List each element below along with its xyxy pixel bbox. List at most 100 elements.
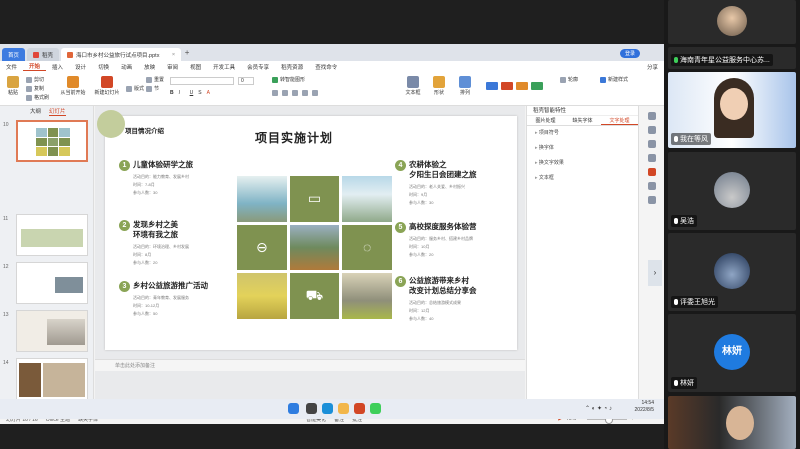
settings-icon[interactable]: [647, 182, 656, 190]
tab-wps[interactable]: 稻壳: [27, 48, 60, 61]
underline-button[interactable]: U: [190, 90, 194, 96]
style-gallery[interactable]: [486, 82, 543, 90]
menu-search[interactable]: 查找命令: [309, 63, 343, 71]
option-text-effect[interactable]: 换文字效果: [527, 156, 638, 171]
menu-transition[interactable]: 切换: [92, 63, 115, 71]
slide-thumbnail-12[interactable]: [16, 262, 88, 304]
expand-panel-button[interactable]: ›: [648, 260, 662, 286]
outline-button[interactable]: 轮廓: [560, 76, 578, 83]
shape-button[interactable]: 形状: [428, 76, 450, 96]
slide-thumbnail-10[interactable]: [16, 120, 88, 162]
mic-icon: [674, 299, 678, 305]
participant-tile[interactable]: 海南青年星公益服务中心苏...: [668, 47, 796, 69]
item-title: 公益旅游带来乡村 改变计划总结分享会: [409, 276, 477, 295]
option-change-font[interactable]: 换字体: [527, 141, 638, 156]
menu-slideshow[interactable]: 放映: [138, 63, 161, 71]
help-icon[interactable]: [647, 196, 656, 204]
app-icon[interactable]: [370, 403, 381, 414]
participant-tile[interactable]: [668, 0, 796, 44]
style-swatch-3[interactable]: [516, 82, 528, 90]
start-icon[interactable]: [288, 403, 299, 414]
format-painter-button[interactable]: 格式刷: [26, 94, 49, 101]
line-spacing-icon[interactable]: [312, 90, 318, 96]
bold-button[interactable]: B: [170, 90, 174, 96]
font-color-button[interactable]: A: [207, 90, 210, 96]
text-icon[interactable]: [647, 168, 656, 176]
align-right-icon[interactable]: [292, 90, 298, 96]
italic-button[interactable]: I: [179, 90, 185, 96]
cut-button[interactable]: 剪切: [26, 76, 44, 83]
from-start-button[interactable]: 从当前开始: [60, 76, 86, 96]
select-icon[interactable]: [647, 112, 656, 120]
animation-icon[interactable]: [647, 154, 656, 162]
shape-icon[interactable]: [647, 126, 656, 134]
close-tab-icon[interactable]: ×: [172, 52, 175, 58]
option-bullets[interactable]: 项目符号: [527, 126, 638, 141]
arrange-button[interactable]: 排列: [454, 76, 476, 96]
layout-button[interactable]: 版式: [126, 85, 144, 92]
menu-resources[interactable]: 稻壳资源: [275, 63, 309, 71]
slide-panel: 大纲 幻灯片 10 11 12 13 14: [0, 106, 94, 420]
strike-button[interactable]: S: [198, 90, 201, 96]
new-slide-button[interactable]: 新建幻灯片: [94, 76, 120, 96]
font-size-select[interactable]: 0: [238, 77, 254, 85]
slide-canvas: 项目情况介绍 项目实施计划 1 儿童体验研学之旅 活动目的：能力教育、发展乡村时…: [95, 106, 525, 413]
tab-image-process[interactable]: 图片处理: [527, 117, 564, 124]
slide-thumbnail-14[interactable]: [16, 358, 88, 400]
style-icon[interactable]: [647, 140, 656, 148]
slide[interactable]: 项目情况介绍 项目实施计划 1 儿童体验研学之旅 活动目的：能力教育、发展乡村时…: [97, 110, 517, 350]
menu-design[interactable]: 设计: [69, 63, 92, 71]
justify-icon[interactable]: [302, 90, 308, 96]
smart-graphic-button[interactable]: 转智能图形: [272, 76, 305, 83]
copy-button[interactable]: 复制: [26, 85, 44, 92]
notes-field[interactable]: 单击此处添加备注: [95, 359, 525, 371]
tab-outline[interactable]: 大纲: [30, 107, 41, 115]
section-button[interactable]: 节: [146, 85, 159, 92]
participant-tile[interactable]: 林妍 林妍: [668, 314, 796, 392]
style-swatch-4[interactable]: [531, 82, 543, 90]
tray-icons[interactable]: ⌃ ◐ ✦ ◔ ♪: [585, 405, 612, 412]
tab-active-file-label: 海口市乡村公益旅行试点项目.pptx: [76, 52, 160, 59]
cart-icon: ⛟: [289, 273, 340, 319]
participant-tile[interactable]: 评委王旭光: [668, 233, 796, 311]
menu-insert[interactable]: 插入: [46, 63, 69, 71]
new-tab-button[interactable]: +: [181, 48, 193, 61]
menu-start[interactable]: 开始: [23, 62, 47, 71]
reset-button[interactable]: 重置: [146, 76, 164, 83]
edge-icon[interactable]: [322, 403, 333, 414]
menu-animation[interactable]: 动画: [115, 63, 138, 71]
tab-missing-font[interactable]: 缺失字体: [564, 117, 601, 124]
login-button[interactable]: 登录: [619, 49, 640, 58]
style-swatch-2[interactable]: [501, 82, 513, 90]
align-left-icon[interactable]: [272, 90, 278, 96]
wps-icon[interactable]: [354, 403, 365, 414]
tab-text-process[interactable]: 文字处理: [601, 117, 638, 125]
tab-home[interactable]: 首页: [2, 48, 26, 61]
slide-number: 12: [3, 264, 9, 270]
task-view-icon[interactable]: [306, 403, 317, 414]
item-meta: 活动目的：青年教育、发展服务 时间：10-12月 参与人数：50: [133, 294, 229, 318]
folder-icon[interactable]: [338, 403, 349, 414]
paste-button[interactable]: 粘贴: [4, 76, 22, 96]
slide-thumbnail-11[interactable]: [16, 214, 88, 256]
font-select[interactable]: [170, 77, 234, 85]
scissors-icon: [26, 76, 32, 83]
clock[interactable]: 14:54 2022/8/5: [635, 400, 654, 414]
slide-thumbnail-13[interactable]: [16, 310, 88, 352]
menu-review[interactable]: 审阅: [161, 63, 184, 71]
option-textbox[interactable]: 文本框: [527, 171, 638, 186]
tab-slides[interactable]: 幻灯片: [49, 107, 66, 116]
menu-view[interactable]: 视图: [184, 63, 207, 71]
menu-share[interactable]: 分享: [641, 63, 664, 71]
new-style-button[interactable]: 新建样式: [600, 76, 628, 83]
style-swatch-1[interactable]: [486, 82, 498, 90]
align-center-icon[interactable]: [282, 90, 288, 96]
menu-member[interactable]: 会员专享: [241, 63, 275, 71]
participant-tile[interactable]: 吴浩: [668, 152, 796, 230]
participant-tile[interactable]: [668, 396, 796, 449]
menu-dev[interactable]: 开发工具: [207, 63, 241, 71]
tab-active-file[interactable]: 海口市乡村公益旅行试点项目.pptx ×: [61, 48, 182, 61]
textbox-button[interactable]: 文本框: [402, 76, 424, 96]
participant-tile[interactable]: 我在等风: [668, 72, 796, 148]
menu-file[interactable]: 文件: [0, 63, 23, 71]
